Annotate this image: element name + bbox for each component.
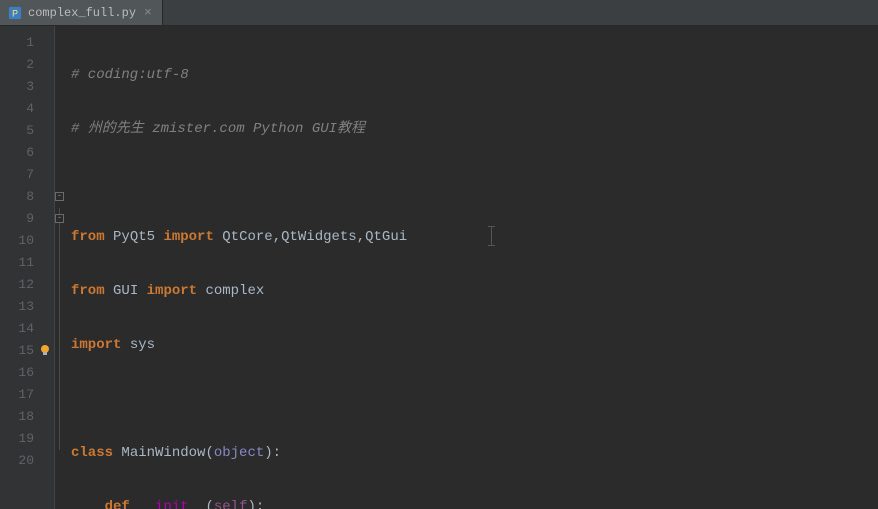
svg-text:P: P: [12, 8, 18, 18]
line-number: 16: [0, 362, 54, 384]
code-line[interactable]: # 州的先生 zmister.com Python GUI教程: [71, 118, 878, 140]
code-line[interactable]: from PyQt5 import QtCore,QtWidgets,QtGui: [71, 226, 878, 248]
fold-gutter: - -: [55, 26, 67, 509]
python-file-icon: P: [8, 6, 22, 20]
code-line[interactable]: [71, 388, 878, 410]
line-number: 10: [0, 230, 54, 252]
line-number: 4: [0, 98, 54, 120]
intention-bulb-icon[interactable]: [38, 343, 52, 357]
tab-bar: P complex_full.py ×: [0, 0, 878, 26]
line-number: 20: [0, 450, 54, 472]
code-area[interactable]: # coding:utf-8 # 州的先生 zmister.com Python…: [67, 26, 878, 509]
line-number: 12: [0, 274, 54, 296]
fold-toggle[interactable]: -: [55, 192, 64, 201]
line-number: 14: [0, 318, 54, 340]
tab-filename: complex_full.py: [28, 6, 136, 20]
line-number: 9: [0, 208, 54, 230]
tab-complex-full[interactable]: P complex_full.py ×: [0, 0, 163, 25]
line-number: 17: [0, 384, 54, 406]
code-line[interactable]: from GUI import complex: [71, 280, 878, 302]
line-number: 19: [0, 428, 54, 450]
line-number: 7: [0, 164, 54, 186]
line-number: 1: [0, 32, 54, 54]
line-number: 8: [0, 186, 54, 208]
line-number: 15: [0, 340, 54, 362]
close-icon[interactable]: ×: [142, 6, 154, 19]
code-line[interactable]: class MainWindow(object):: [71, 442, 878, 464]
line-number-gutter: 1 2 3 4 5 6 7 8 9 10 11 12 13 14 15 16 1…: [0, 26, 55, 509]
line-number: 5: [0, 120, 54, 142]
line-number: 6: [0, 142, 54, 164]
line-number: 18: [0, 406, 54, 428]
line-number: 3: [0, 76, 54, 98]
code-line[interactable]: import sys: [71, 334, 878, 356]
code-line[interactable]: def __init__(self):: [71, 496, 878, 509]
line-number: 11: [0, 252, 54, 274]
fold-toggle[interactable]: -: [55, 214, 64, 223]
editor[interactable]: 1 2 3 4 5 6 7 8 9 10 11 12 13 14 15 16 1…: [0, 26, 878, 509]
code-line[interactable]: [71, 172, 878, 194]
line-number: 13: [0, 296, 54, 318]
code-line[interactable]: # coding:utf-8: [71, 64, 878, 86]
line-number: 2: [0, 54, 54, 76]
